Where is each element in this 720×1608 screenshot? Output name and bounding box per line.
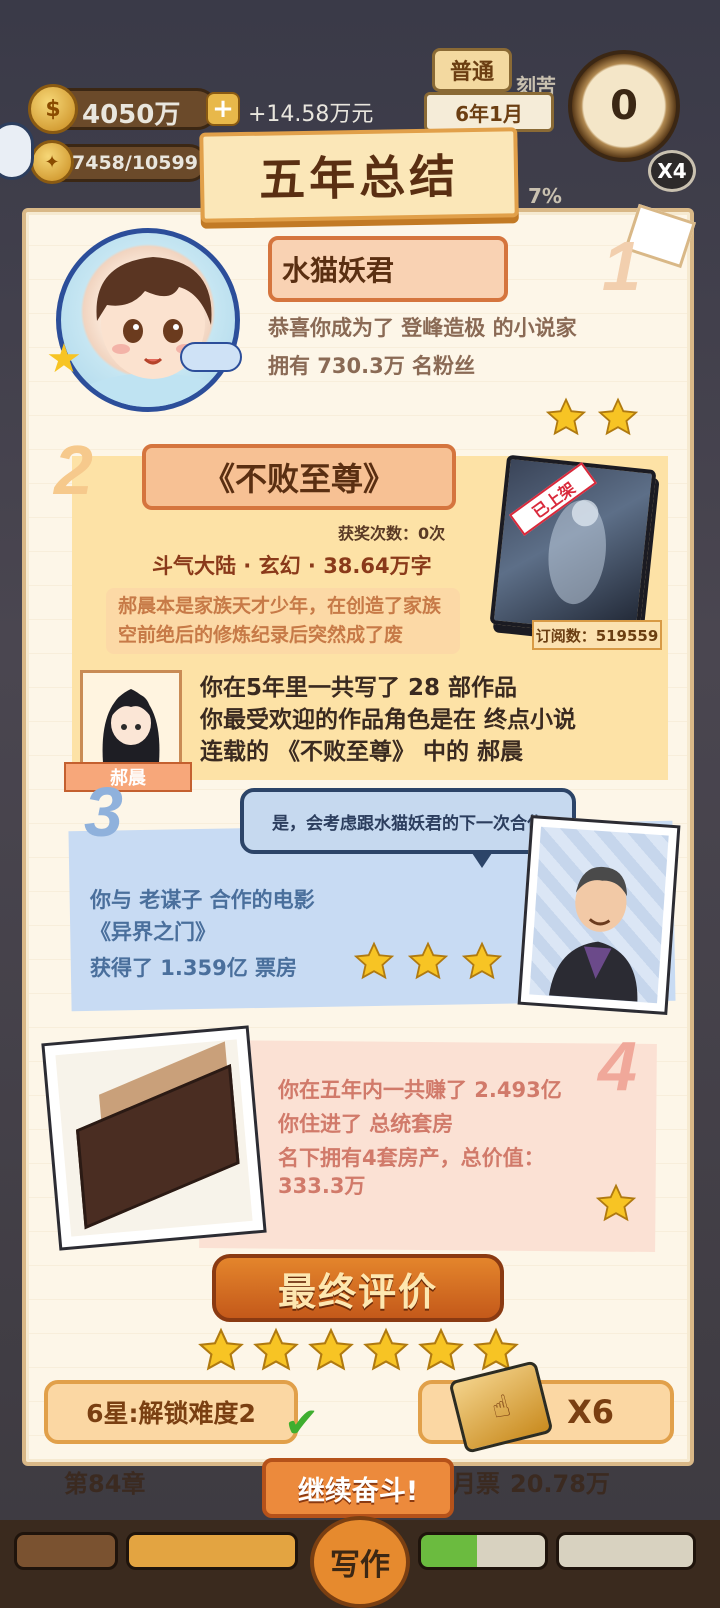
speech-bubble-tail	[470, 850, 494, 868]
star-icon	[460, 940, 504, 984]
bulb-icon: ✦	[30, 140, 74, 184]
income-value: +14.58万元	[248, 102, 374, 127]
star-icon	[196, 1326, 246, 1376]
subscription-count: 订阅数：519559	[532, 620, 662, 650]
bottom-slot-right	[556, 1532, 696, 1570]
summary-title: 五年总结	[258, 149, 460, 207]
star-icon	[251, 1326, 301, 1376]
monthly-ticket-value: 20.78万	[510, 1470, 610, 1498]
chat-icon[interactable]	[0, 122, 34, 180]
star-icon	[596, 396, 640, 440]
star-icon	[416, 1326, 466, 1376]
progress-percent: 7%	[528, 184, 562, 208]
house-photo	[41, 1025, 267, 1251]
book-genre-words: 斗气大陆 · 玄幻 · 38.64万字	[152, 554, 432, 578]
star-icon	[406, 940, 450, 984]
money-value: 4050万	[82, 100, 181, 130]
check-icon: ✔	[284, 1398, 320, 1447]
add-money-button[interactable]: +	[206, 92, 240, 126]
coin-icon: $	[28, 84, 78, 134]
final-stars-row	[196, 1326, 526, 1376]
bottom-slot-left[interactable]	[14, 1532, 118, 1570]
monthly-ticket-label: 月票	[452, 1470, 500, 1498]
section-number-4: 4	[598, 1027, 637, 1105]
works-count-text: 你在5年里一共写了 28 部作品	[200, 675, 518, 701]
write-label: 写作	[330, 1548, 390, 1583]
author-avatar	[56, 228, 240, 412]
star-icon	[306, 1326, 356, 1376]
residence-text: 你住进了 总统套房	[278, 1112, 454, 1136]
book-description: 郝晨本是家族天才少年，在创造了家族空前绝后的修炼纪录后突然成了废	[106, 588, 460, 654]
write-button[interactable]: 写作	[310, 1516, 410, 1608]
character-portrait	[80, 670, 182, 768]
property-text: 名下拥有4套房产，总价值：	[278, 1146, 545, 1170]
serial-text: 连载的 《不败至尊》 中的 郝晨	[200, 739, 524, 765]
star-icon	[594, 1182, 638, 1226]
property-value: 333.3万	[278, 1174, 366, 1198]
unlock-difficulty-button[interactable]: 6星:解锁难度2	[44, 1380, 298, 1444]
box-office-text: 获得了 1.359亿 票房	[90, 956, 298, 980]
section-number-2: 2	[54, 431, 93, 509]
movie-cooperation-text: 你与 老谋子 合作的电影	[90, 888, 315, 912]
summary-title-banner: 五年总结	[199, 127, 519, 223]
book-title-tag: 《不败至尊》	[142, 444, 456, 510]
author-name-tag: 水猫妖君	[268, 236, 508, 302]
fans-text: 拥有 730.3万 名粉丝	[268, 354, 476, 378]
difficulty-badge: 普通	[432, 48, 512, 92]
continue-button[interactable]: 继续奋斗!	[262, 1458, 454, 1518]
book-title: 《不败至尊》	[202, 460, 395, 498]
chapter-label: 第84章	[64, 1470, 146, 1498]
star-icon	[544, 396, 588, 440]
section-number-1: 1	[602, 227, 641, 305]
award-count: 获奖次数：0次	[338, 524, 446, 543]
speech-bubble: 是，会考虑跟水猫妖君的下一次合作	[240, 788, 576, 854]
star-icon	[352, 940, 396, 984]
multiplier-value: X6	[567, 1393, 614, 1431]
final-evaluation-banner: 最终评价	[212, 1254, 504, 1322]
date-display: 6年1月	[424, 92, 554, 132]
bottom-slot-green	[418, 1532, 548, 1570]
speed-button[interactable]: X4	[648, 150, 696, 192]
earnings-text: 你在五年内一共赚了 2.493亿	[278, 1078, 562, 1102]
fans-value: 7458/10599	[72, 152, 198, 174]
popular-character-text: 你最受欢迎的作品角色是在 终点小说	[200, 707, 577, 733]
bottom-slot-progress	[126, 1532, 298, 1570]
author-name: 水猫妖君	[282, 254, 395, 287]
movie-title: 《异界之门》	[90, 920, 216, 944]
timer-clock[interactable]: 0	[568, 50, 680, 162]
achievement-text: 恭喜你成为了 登峰造极 的小说家	[268, 316, 577, 340]
director-photo	[517, 814, 681, 1016]
cloud-decoration-icon	[180, 342, 242, 372]
star-icon	[361, 1326, 411, 1376]
section-number-3: 3	[84, 773, 123, 851]
star-decoration-icon: ★	[46, 336, 82, 382]
